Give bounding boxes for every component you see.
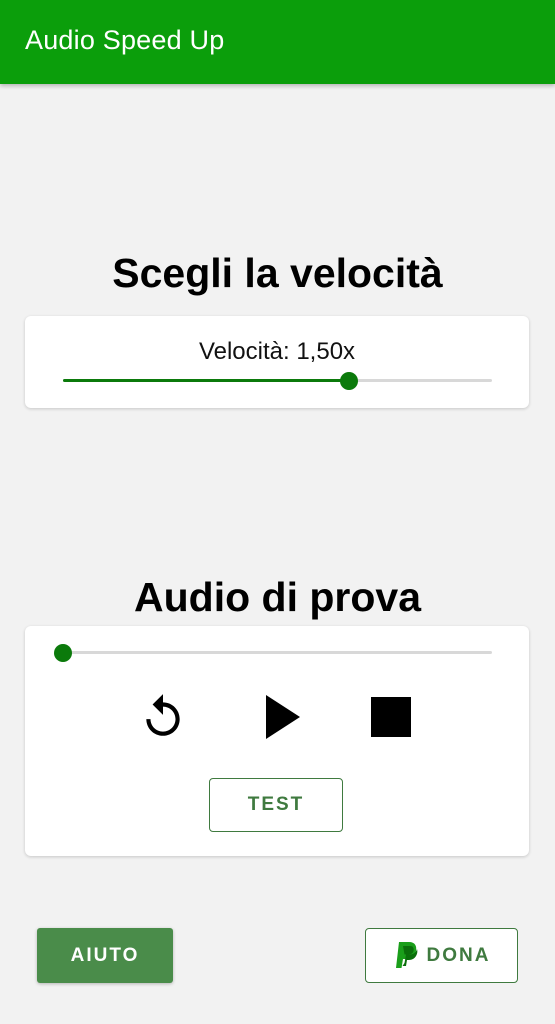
test-button-label: TEST bbox=[247, 794, 305, 815]
audio-progress-thumb[interactable] bbox=[54, 643, 72, 662]
speed-card: Velocità: 1,50x bbox=[25, 316, 529, 408]
donate-button-label: DONA bbox=[426, 944, 491, 966]
help-button[interactable]: AIUTO bbox=[37, 928, 173, 983]
replay-icon bbox=[146, 694, 180, 736]
audio-section-title: Audio di prova bbox=[134, 574, 421, 620]
app-title: Audio Speed Up bbox=[25, 25, 225, 55]
audio-card: TEST bbox=[25, 626, 529, 856]
audio-progress-slider[interactable] bbox=[54, 643, 492, 662]
stop-icon bbox=[371, 697, 411, 737]
speed-slider[interactable] bbox=[63, 371, 492, 390]
app-bar: Audio Speed Up bbox=[0, 0, 555, 84]
speed-section-title: Scegli la velocità bbox=[112, 250, 443, 296]
replay-button[interactable] bbox=[135, 689, 191, 745]
speed-slider-fill bbox=[63, 379, 350, 382]
help-button-label: AIUTO bbox=[70, 944, 140, 966]
stop-button[interactable] bbox=[363, 689, 419, 745]
paypal-icon bbox=[395, 941, 417, 968]
play-button[interactable] bbox=[254, 689, 310, 745]
speed-slider-thumb[interactable] bbox=[340, 371, 359, 390]
speed-label: Velocità: 1,50x bbox=[198, 338, 356, 365]
test-button[interactable]: TEST bbox=[209, 778, 343, 832]
play-icon bbox=[266, 695, 300, 739]
donate-button[interactable]: DONA bbox=[365, 928, 518, 983]
